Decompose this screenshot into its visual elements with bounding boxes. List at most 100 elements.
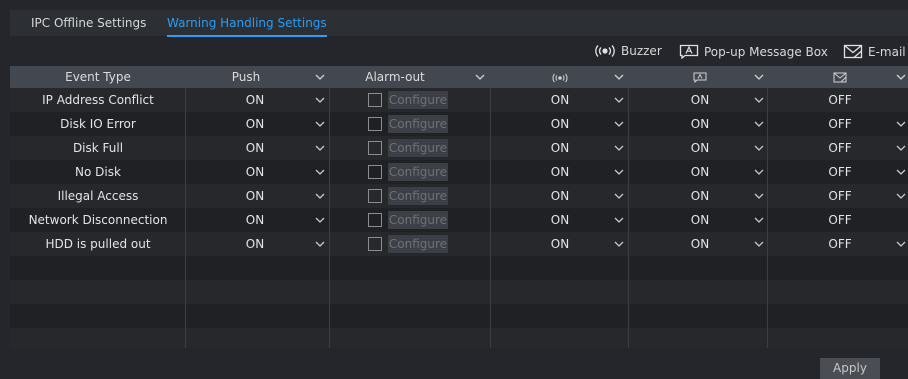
- alarm-out-checkbox[interactable]: [368, 213, 382, 227]
- push-select[interactable]: ON: [210, 184, 300, 208]
- chevron-down-icon[interactable]: [473, 66, 487, 88]
- push-select[interactable]: ON: [210, 208, 300, 232]
- email-select[interactable]: OFF: [800, 112, 880, 136]
- email-select[interactable]: OFF: [800, 136, 880, 160]
- apply-button[interactable]: Apply: [820, 358, 880, 379]
- table-header: Event Type Push Alarm-out: [10, 66, 908, 88]
- chevron-down-icon[interactable]: [612, 136, 626, 160]
- table-row: [10, 328, 908, 348]
- tab-warning-handling-settings[interactable]: Warning Handling Settings: [167, 16, 327, 37]
- popup-select[interactable]: ON: [660, 232, 740, 256]
- configure-button[interactable]: Configure: [388, 115, 448, 133]
- alarm-out-checkbox[interactable]: [368, 237, 382, 251]
- configure-button[interactable]: Configure: [388, 163, 448, 181]
- alarm-out-checkbox[interactable]: [368, 189, 382, 203]
- legend-popup-label: Pop-up Message Box: [704, 44, 828, 59]
- email-select[interactable]: OFF: [800, 232, 880, 256]
- event-type-cell: Disk Full: [72, 141, 124, 155]
- chevron-down-icon[interactable]: [752, 232, 766, 256]
- alarm-out-checkbox[interactable]: [368, 141, 382, 155]
- chevron-down-icon[interactable]: [894, 184, 908, 208]
- configure-button[interactable]: Configure: [388, 187, 448, 205]
- configure-button[interactable]: Configure: [388, 235, 448, 253]
- column-divider: [490, 88, 491, 348]
- chevron-down-icon[interactable]: [752, 88, 766, 112]
- chevron-down-icon[interactable]: [752, 160, 766, 184]
- email-select[interactable]: OFF: [800, 208, 880, 232]
- buzzer-select[interactable]: ON: [520, 136, 600, 160]
- chevron-down-icon[interactable]: [612, 66, 626, 88]
- chevron-down-icon[interactable]: [313, 184, 327, 208]
- chevron-down-icon[interactable]: [612, 208, 626, 232]
- email-select[interactable]: OFF: [800, 160, 880, 184]
- chevron-down-icon[interactable]: [894, 112, 908, 136]
- chevron-down-icon[interactable]: [612, 88, 626, 112]
- chevron-down-icon[interactable]: [752, 184, 766, 208]
- popup-select[interactable]: ON: [660, 136, 740, 160]
- table-row: [10, 304, 908, 328]
- legend-buzzer: Buzzer: [594, 44, 662, 58]
- email-select[interactable]: OFF: [800, 88, 880, 112]
- chevron-down-icon[interactable]: [894, 66, 908, 88]
- chevron-down-icon[interactable]: [612, 112, 626, 136]
- buzzer-icon: [594, 44, 616, 58]
- chevron-down-icon[interactable]: [313, 208, 327, 232]
- popup-message-icon: [679, 44, 699, 59]
- buzzer-select[interactable]: ON: [520, 160, 600, 184]
- chevron-down-icon[interactable]: [313, 112, 327, 136]
- chevron-down-icon[interactable]: [752, 136, 766, 160]
- buzzer-select[interactable]: ON: [520, 208, 600, 232]
- chevron-down-icon[interactable]: [894, 160, 908, 184]
- buzzer-select[interactable]: ON: [520, 184, 600, 208]
- chevron-down-icon[interactable]: [313, 136, 327, 160]
- push-select[interactable]: ON: [210, 88, 300, 112]
- buzzer-select[interactable]: ON: [520, 88, 600, 112]
- header-email: [810, 66, 870, 88]
- popup-select[interactable]: ON: [660, 184, 740, 208]
- tab-ipc-offline-settings[interactable]: IPC Offline Settings: [31, 16, 146, 30]
- configure-button[interactable]: Configure: [388, 211, 448, 229]
- alarm-out-checkbox[interactable]: [368, 93, 382, 107]
- column-divider: [767, 88, 768, 348]
- legend-email: E-mail: [843, 44, 906, 59]
- buzzer-select[interactable]: ON: [520, 112, 600, 136]
- popup-select[interactable]: ON: [660, 208, 740, 232]
- chevron-down-icon[interactable]: [612, 184, 626, 208]
- chevron-down-icon[interactable]: [752, 112, 766, 136]
- table-row: [10, 256, 908, 280]
- configure-button[interactable]: Configure: [388, 139, 448, 157]
- popup-select[interactable]: ON: [660, 88, 740, 112]
- column-divider: [185, 88, 186, 348]
- push-select[interactable]: ON: [210, 232, 300, 256]
- table-row: HDD is pulled out ON Configure ON ON OFF: [10, 232, 908, 256]
- push-select[interactable]: ON: [210, 160, 300, 184]
- push-select[interactable]: ON: [210, 136, 300, 160]
- buzzer-select[interactable]: ON: [520, 232, 600, 256]
- push-select[interactable]: ON: [210, 112, 300, 136]
- chevron-down-icon[interactable]: [313, 232, 327, 256]
- column-divider: [628, 88, 629, 348]
- table-row: Disk IO Error ON Configure ON ON OFF: [10, 112, 908, 136]
- chevron-down-icon[interactable]: [752, 208, 766, 232]
- legend-buzzer-label: Buzzer: [621, 44, 662, 58]
- header-alarm-out: Alarm-out: [365, 70, 425, 84]
- configure-button[interactable]: Configure: [388, 91, 448, 109]
- chevron-down-icon[interactable]: [894, 136, 908, 160]
- popup-select[interactable]: ON: [660, 112, 740, 136]
- alarm-out-checkbox[interactable]: [368, 165, 382, 179]
- event-type-cell: HDD is pulled out: [45, 237, 151, 251]
- email-select[interactable]: OFF: [800, 184, 880, 208]
- chevron-down-icon[interactable]: [752, 66, 766, 88]
- header-push: Push: [231, 70, 261, 84]
- chevron-down-icon[interactable]: [313, 160, 327, 184]
- chevron-down-icon[interactable]: [313, 88, 327, 112]
- warning-table: Event Type Push Alarm-out IP Address Con…: [10, 66, 908, 348]
- chevron-down-icon[interactable]: [612, 160, 626, 184]
- event-type-cell: Illegal Access: [57, 189, 139, 203]
- chevron-down-icon[interactable]: [313, 66, 327, 88]
- chevron-down-icon[interactable]: [612, 232, 626, 256]
- legend-email-label: E-mail: [868, 44, 906, 59]
- alarm-out-checkbox[interactable]: [368, 117, 382, 131]
- popup-select[interactable]: ON: [660, 160, 740, 184]
- chevron-down-icon[interactable]: [894, 232, 908, 256]
